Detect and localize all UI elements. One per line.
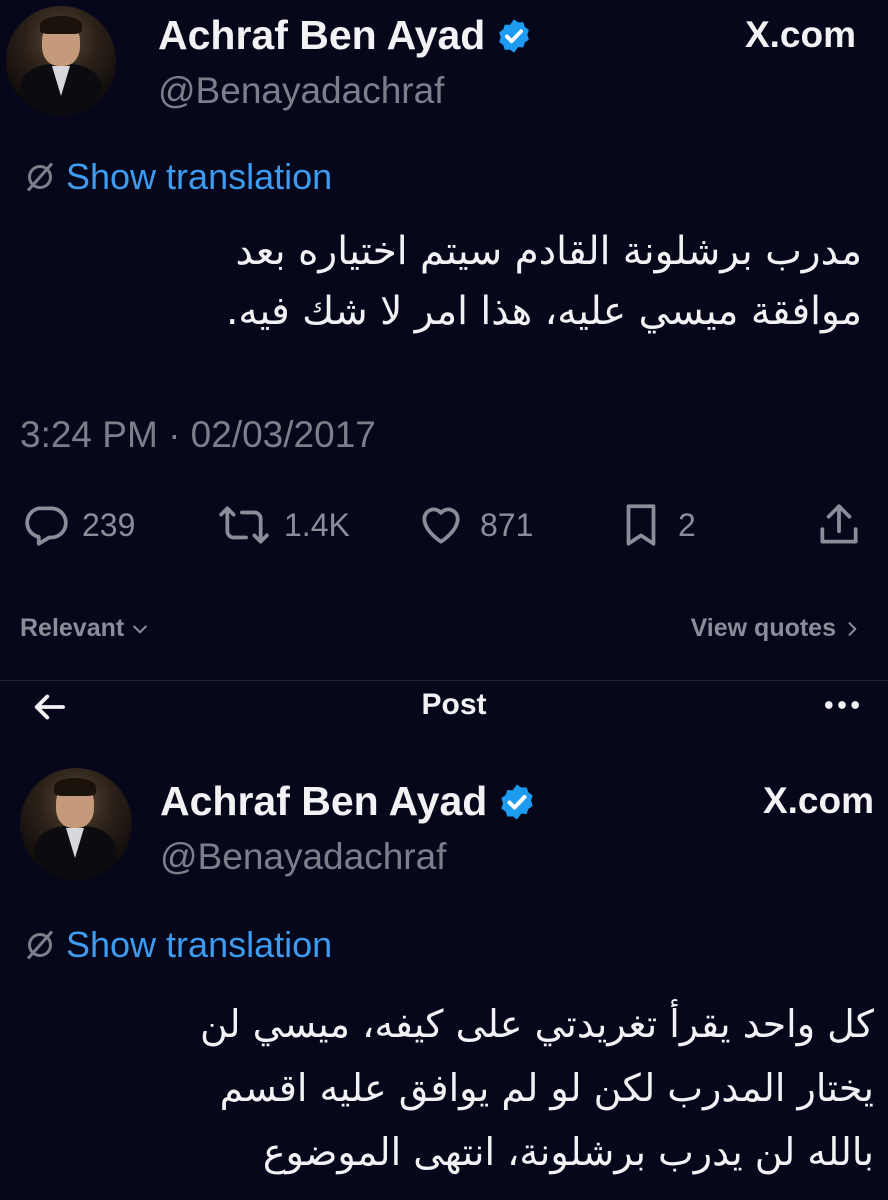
tweet-text: مدرب برشلونة القادم سيتم اختياره بعد موا… <box>22 222 862 342</box>
tweet-timestamp[interactable]: 3:24 PM · 02/03/2017 <box>20 414 376 456</box>
verified-badge-icon <box>501 784 533 819</box>
bookmark-icon <box>626 504 656 546</box>
view-quotes-label: View quotes <box>690 614 836 642</box>
tweet-text-line: كل واحد يقرأ تغريدتي على كيفه، ميسي لن <box>200 1002 874 1046</box>
reply-button[interactable]: 239 <box>20 500 135 550</box>
author-name[interactable]: Achraf Ben Ayad <box>158 12 485 59</box>
show-translation-link[interactable]: Show translation <box>22 924 332 966</box>
tweet-text-line: بالله لن يدرب برشلونة، انتهى الموضوع <box>262 1130 874 1174</box>
bookmark-button[interactable]: 2 <box>616 500 696 550</box>
page-title: Post <box>421 688 487 721</box>
repost-count: 1.4K <box>284 506 350 543</box>
avatar[interactable] <box>20 768 132 880</box>
chevron-down-icon <box>133 625 148 633</box>
chevron-right-icon <box>848 621 857 636</box>
sort-relevant-dropdown[interactable]: Relevant <box>20 614 150 643</box>
sort-relevant-label: Relevant <box>20 614 125 642</box>
tweet-text-line: موافقة ميسي عليه، هذا امر لا شك فيه. <box>226 289 862 334</box>
site-label: X.com <box>762 780 874 821</box>
bookmark-count: 2 <box>678 506 696 543</box>
verified-badge-icon <box>499 18 530 53</box>
translate-globe-icon <box>26 930 54 960</box>
reply-icon <box>25 506 68 546</box>
show-translation-label[interactable]: Show translation <box>66 924 332 966</box>
like-button[interactable]: 871 <box>414 500 533 550</box>
heart-icon <box>422 507 460 544</box>
section-divider <box>0 680 888 681</box>
view-quotes-link[interactable]: View quotes <box>691 614 862 643</box>
tweet-text-line: مدرب برشلونة القادم سيتم اختياره بعد <box>235 229 862 274</box>
tweet-text-line: يختار المدرب لكن لو لم يوافق عليه اقسم <box>219 1066 874 1110</box>
author-handle[interactable]: @Benayadachraf <box>158 70 444 112</box>
site-label: X.com <box>744 14 856 55</box>
repost-button[interactable]: 1.4K <box>216 500 350 550</box>
avatar[interactable] <box>6 6 116 116</box>
share-button[interactable] <box>814 500 864 555</box>
translate-globe-icon <box>26 162 54 192</box>
like-count: 871 <box>480 506 534 543</box>
share-icon <box>820 504 858 544</box>
reply-count: 239 <box>82 506 136 543</box>
more-options-icon <box>824 701 860 709</box>
show-translation-label[interactable]: Show translation <box>66 156 332 198</box>
show-translation-link[interactable]: Show translation <box>22 156 332 198</box>
author-name[interactable]: Achraf Ben Ayad <box>160 778 487 825</box>
tweet-text: كل واحد يقرأ تغريدتي على كيفه، ميسي لن ي… <box>14 992 874 1184</box>
author-handle[interactable]: @Benayadachraf <box>160 836 446 878</box>
repost-icon <box>219 506 269 544</box>
more-options-button[interactable] <box>820 690 864 725</box>
